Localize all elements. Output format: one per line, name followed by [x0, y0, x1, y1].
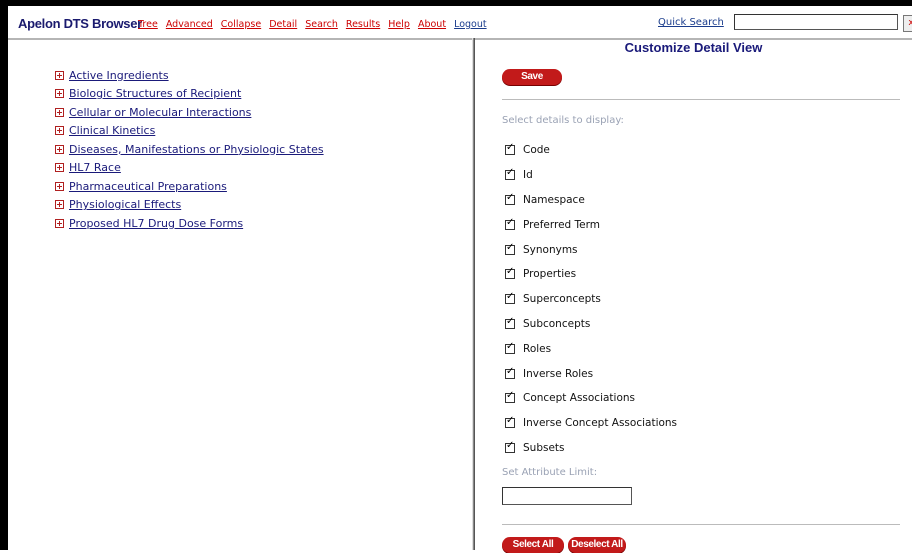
deselect-all-button[interactable]: Deselect All — [568, 537, 626, 553]
checkbox[interactable] — [505, 390, 515, 404]
option-subconcepts: Subconcepts — [505, 312, 677, 337]
select-all-button[interactable]: Select All — [502, 537, 564, 553]
option-label: Code — [523, 144, 550, 157]
option-inverse-roles: Inverse Roles — [505, 361, 677, 386]
tree-item: Proposed HL7 Drug Dose Forms — [55, 214, 324, 233]
checkbox[interactable] — [505, 341, 515, 354]
option-label: Namespace — [523, 193, 585, 206]
tree-item: Cellular or Molecular Interactions — [55, 103, 324, 122]
option-label: Preferred Term — [523, 218, 600, 231]
nav-collapse[interactable]: Collapse — [221, 19, 261, 30]
checkbox[interactable] — [505, 440, 515, 453]
nav-advanced[interactable]: Advanced — [166, 19, 213, 30]
window-left-border — [0, 0, 8, 550]
nav-help[interactable]: Help — [388, 19, 410, 30]
checkbox[interactable] — [505, 366, 515, 379]
checkbox[interactable] — [505, 142, 515, 156]
option-concept-associations: Concept Associations — [505, 386, 677, 411]
expand-plus-icon[interactable] — [55, 126, 64, 136]
nav-logout[interactable]: Logout — [454, 19, 487, 30]
nav-tree[interactable]: Tree — [138, 19, 158, 30]
option-namespace: Namespace — [505, 188, 677, 213]
option-label: Id — [523, 169, 533, 182]
tree-item-link[interactable]: Biologic Structures of Recipient — [69, 87, 241, 100]
quick-search-link[interactable]: Quick Search — [658, 17, 724, 28]
tree-item-link[interactable]: Clinical Kinetics — [69, 124, 155, 137]
checkbox[interactable] — [505, 217, 515, 230]
divider-line — [502, 524, 900, 525]
frame-splitter[interactable] — [472, 38, 475, 550]
nav-about[interactable]: About — [418, 19, 446, 30]
tree-item: Active Ingredients — [55, 66, 324, 85]
option-label: Properties — [523, 268, 577, 281]
attribute-limit-label: Set Attribute Limit: — [502, 467, 598, 478]
option-id: Id — [505, 163, 677, 188]
checkbox[interactable] — [505, 167, 515, 181]
option-label: Superconcepts — [523, 293, 601, 306]
panel-title: Customize Detail View — [624, 40, 763, 55]
expand-plus-icon[interactable] — [55, 200, 64, 210]
checkbox[interactable] — [505, 242, 515, 255]
tree-item: Physiological Effects — [55, 196, 324, 215]
expand-plus-icon[interactable] — [55, 218, 64, 228]
tree-item-link[interactable]: Cellular or Molecular Interactions — [69, 106, 251, 119]
expand-plus-icon[interactable] — [55, 89, 64, 99]
quick-search-input[interactable] — [734, 14, 898, 30]
option-label: Inverse Concept Associations — [523, 417, 678, 430]
detail-options-list: Code Id Namespace Preferred Term Synonym… — [505, 138, 677, 460]
expand-plus-icon[interactable] — [55, 107, 64, 117]
expand-plus-icon[interactable] — [55, 181, 64, 191]
option-label: Subconcepts — [523, 317, 591, 330]
tree-item-link[interactable]: Diseases, Manifestations or Physiologic … — [69, 143, 324, 156]
option-label: Concept Associations — [523, 392, 636, 405]
nav-search[interactable]: Search — [305, 19, 338, 30]
option-inverse-concept-associations: Inverse Concept Associations — [505, 411, 677, 436]
option-code: Code — [505, 138, 677, 163]
attribute-limit-input[interactable] — [502, 487, 632, 505]
option-subsets: Subsets — [505, 436, 677, 461]
tree-item-link[interactable]: Physiological Effects — [69, 198, 181, 211]
expand-plus-icon[interactable] — [55, 70, 64, 80]
option-properties: Properties — [505, 262, 677, 287]
select-details-prompt: Select details to display: — [502, 115, 624, 126]
nav-detail[interactable]: Detail — [269, 19, 297, 30]
expand-plus-icon[interactable] — [55, 163, 64, 173]
top-toolbar: Apelon DTS Browser Tree Advanced Collaps… — [8, 6, 912, 40]
app-brand: Apelon DTS Browser — [18, 16, 142, 31]
option-preferred-term: Preferred Term — [505, 212, 677, 237]
tree-item: Clinical Kinetics — [55, 122, 324, 141]
quick-search-go-button[interactable]: x — [903, 15, 912, 32]
nav-results[interactable]: Results — [346, 19, 380, 30]
checkbox[interactable] — [505, 192, 515, 205]
expand-plus-icon[interactable] — [55, 144, 64, 154]
option-roles: Roles — [505, 336, 677, 361]
checkbox[interactable] — [505, 291, 515, 305]
tree-item-link[interactable]: Active Ingredients — [69, 69, 169, 82]
concept-tree: Active Ingredients Biologic Structures o… — [55, 66, 324, 233]
tree-item: Diseases, Manifestations or Physiologic … — [55, 140, 324, 159]
tree-item-link[interactable]: Proposed HL7 Drug Dose Forms — [69, 217, 243, 230]
option-synonyms: Synonyms — [505, 237, 677, 262]
option-label: Subsets — [523, 441, 565, 454]
option-superconcepts: Superconcepts — [505, 287, 677, 312]
checkbox[interactable] — [505, 316, 515, 329]
checkbox[interactable] — [505, 415, 515, 429]
tree-item: Pharmaceutical Preparations — [55, 177, 324, 196]
checkbox[interactable] — [505, 266, 515, 280]
main-nav: Tree Advanced Collapse Detail Search Res… — [138, 19, 492, 30]
option-label: Synonyms — [523, 243, 578, 256]
tree-item: Biologic Structures of Recipient — [55, 85, 324, 104]
option-label: Roles — [523, 342, 552, 355]
option-label: Inverse Roles — [523, 367, 594, 380]
tree-item-link[interactable]: HL7 Race — [69, 161, 121, 174]
divider-line — [502, 99, 900, 100]
save-button[interactable]: Save — [502, 69, 562, 85]
tree-item-link[interactable]: Pharmaceutical Preparations — [69, 180, 227, 193]
tree-item: HL7 Race — [55, 159, 324, 178]
